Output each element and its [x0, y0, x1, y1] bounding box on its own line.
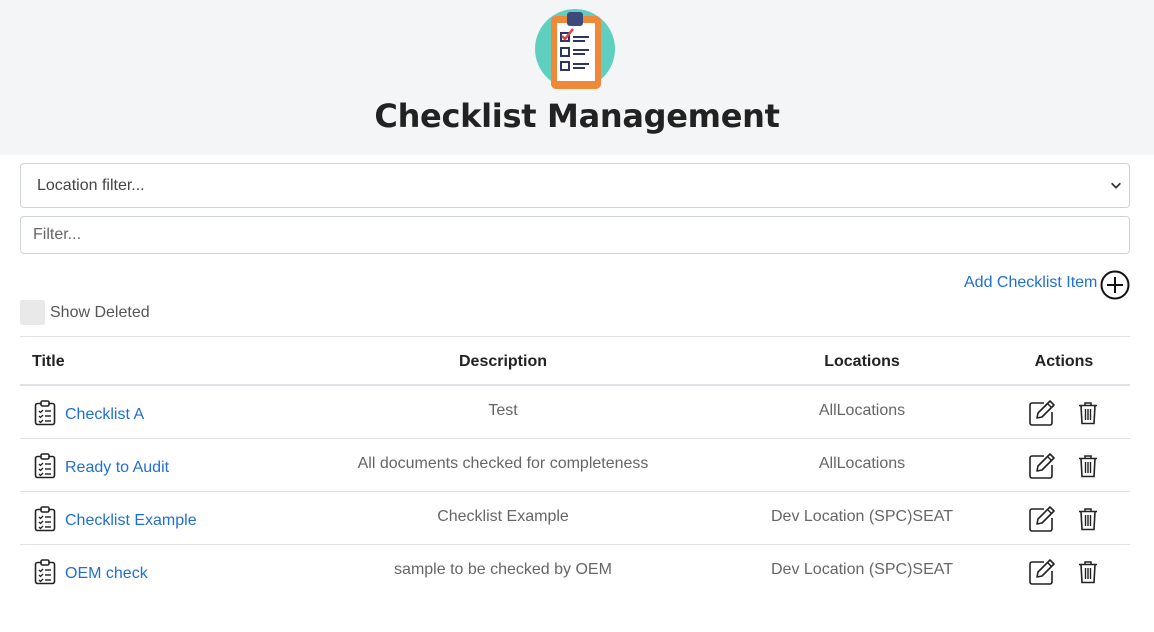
edit-icon[interactable]	[1028, 505, 1056, 533]
checklist-locations: Dev Location (SPC)SEAT	[771, 508, 953, 525]
location-filter-select[interactable]: Location filter...	[20, 163, 1130, 208]
filter-input[interactable]	[20, 216, 1130, 254]
column-header-title: Title	[32, 353, 65, 370]
checklist-title-link[interactable]: OEM check	[65, 565, 148, 583]
edit-icon[interactable]	[1028, 452, 1056, 480]
checklist-locations: Dev Location (SPC)SEAT	[771, 561, 953, 578]
checklist-title-link[interactable]: Ready to Audit	[65, 459, 169, 477]
trash-icon[interactable]	[1078, 560, 1098, 584]
clipboard-logo-icon	[535, 9, 615, 89]
checklist-title-link[interactable]: Checklist Example	[65, 512, 197, 530]
checklist-description: Checklist Example	[437, 508, 569, 525]
table-body: Checklist A Test AllLocations Ready to A…	[20, 386, 1130, 598]
table-row: Ready to Audit All documents checked for…	[20, 439, 1130, 492]
page-title: Checklist Management	[374, 97, 780, 135]
checklist-locations: AllLocations	[818, 455, 906, 472]
trash-icon[interactable]	[1078, 454, 1098, 478]
clipboard-list-icon	[34, 400, 56, 426]
page-header: Checklist Management	[0, 0, 1154, 155]
checklist-description: Test	[488, 402, 518, 419]
show-deleted-label: Show Deleted	[50, 304, 150, 321]
column-header-description: Description	[458, 353, 547, 370]
clipboard-list-icon	[34, 559, 56, 585]
checklist-title-link[interactable]: Checklist A	[65, 406, 144, 424]
column-header-actions: Actions	[1034, 353, 1094, 370]
checklist-description: sample to be checked by OEM	[394, 561, 612, 578]
chevron-down-icon	[1111, 182, 1121, 189]
table-row: Checklist A Test AllLocations	[20, 386, 1130, 439]
clipboard-list-icon	[34, 506, 56, 532]
location-filter-value: Location filter...	[37, 176, 145, 194]
checklist-description: All documents checked for completeness	[357, 455, 649, 472]
checklist-locations: AllLocations	[818, 402, 906, 419]
show-deleted-checkbox[interactable]	[20, 300, 45, 325]
table-header: Title Description Locations Actions	[20, 336, 1130, 386]
plus-circle-icon[interactable]	[1100, 270, 1130, 300]
edit-icon[interactable]	[1028, 558, 1056, 586]
table-row: OEM check sample to be checked by OEM De…	[20, 545, 1130, 598]
clipboard-list-icon	[34, 453, 56, 479]
table-row: Checklist Example Checklist Example Dev …	[20, 492, 1130, 545]
column-header-locations: Locations	[824, 353, 900, 370]
edit-icon[interactable]	[1028, 399, 1056, 427]
trash-icon[interactable]	[1078, 401, 1098, 425]
add-checklist-item-link[interactable]: Add Checklist Item	[964, 274, 1097, 292]
checklist-table: Title Description Locations Actions Chec…	[20, 336, 1130, 598]
trash-icon[interactable]	[1078, 507, 1098, 531]
